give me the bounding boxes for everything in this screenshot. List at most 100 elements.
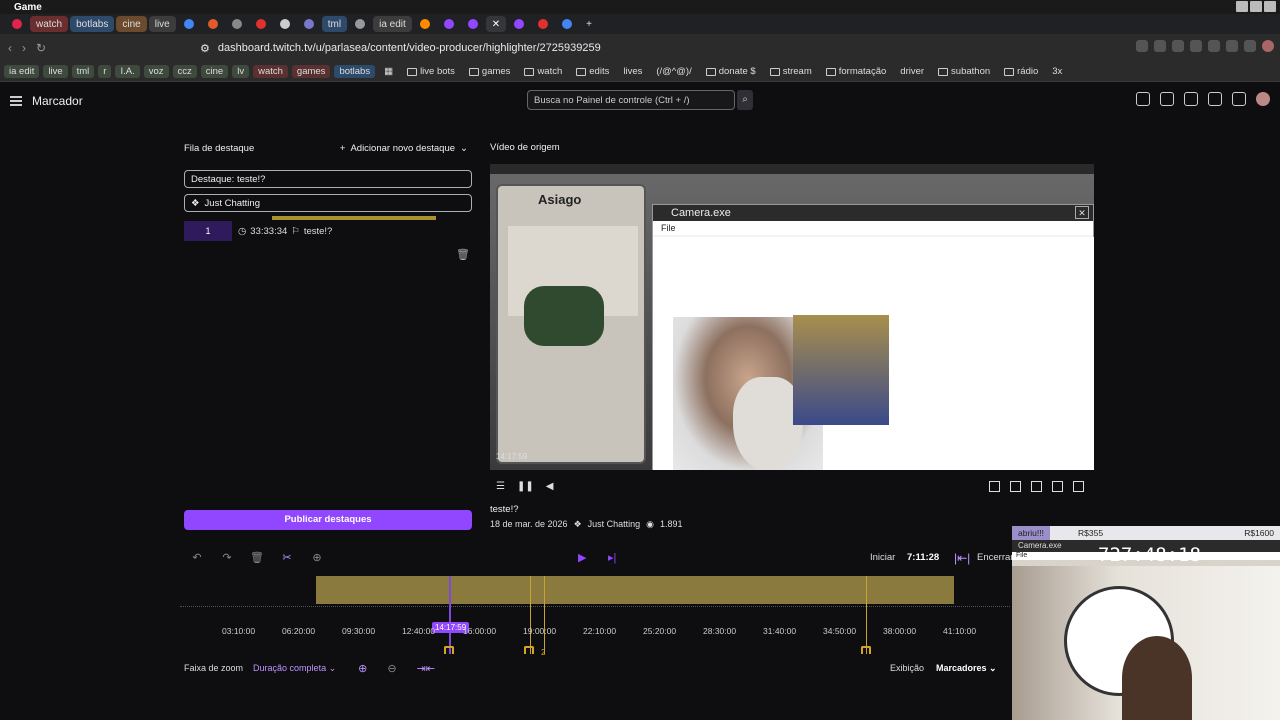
category-field[interactable]: ❖ Just Chatting	[184, 194, 472, 212]
tab-favicon[interactable]	[414, 16, 436, 32]
bookmark-folder[interactable]: edits	[571, 65, 614, 78]
tab-favicon[interactable]	[556, 16, 578, 32]
clip-icon[interactable]	[1031, 480, 1042, 492]
tab-ia-edit[interactable]: ia edit	[373, 16, 412, 32]
zoom-out-icon[interactable]: ⊖	[387, 662, 396, 675]
settings-icon[interactable]	[989, 480, 1000, 492]
bookmark[interactable]: tml	[71, 65, 95, 78]
tab-tml[interactable]: tml	[321, 16, 348, 32]
playhead[interactable]	[449, 576, 451, 654]
bookmark-folder[interactable]: games	[464, 65, 516, 78]
fit-icon[interactable]: ⇥⇤	[417, 662, 435, 675]
bookmark-folder[interactable]: rádio	[999, 65, 1043, 78]
extension-icon[interactable]	[1244, 40, 1256, 52]
chapters-icon[interactable]: ☰	[496, 481, 505, 492]
redo-icon[interactable]: ↷	[220, 551, 234, 565]
tab-favicon[interactable]	[298, 16, 320, 32]
bookmark[interactable]: ia edit	[4, 65, 40, 78]
publish-button[interactable]: Publicar destaques	[184, 510, 472, 530]
bookmark[interactable]: 3x	[1047, 65, 1067, 78]
profile-icon[interactable]	[1262, 40, 1274, 52]
crown-icon[interactable]	[1232, 92, 1246, 106]
scissors-icon[interactable]: ✂	[280, 551, 294, 565]
trash-icon[interactable]: 🗑	[456, 248, 470, 261]
tab-active[interactable]: ✕	[485, 16, 507, 32]
tab-botlabs[interactable]: botlabs	[70, 16, 115, 32]
volume-icon[interactable]: ◀	[546, 481, 554, 492]
pause-icon[interactable]: ❚❚	[517, 481, 534, 492]
tab-favicon[interactable]	[508, 16, 530, 32]
bookmark-folder[interactable]: live bots	[402, 65, 460, 78]
add-highlight-button[interactable]: + Adicionar novo destaque ⌄	[340, 143, 468, 154]
avatar[interactable]	[1256, 92, 1270, 106]
view-select[interactable]: Marcadores ⌄	[936, 663, 997, 674]
close-icon[interactable]	[1264, 1, 1276, 12]
tab-live[interactable]: live	[148, 16, 176, 32]
bookmark[interactable]: watch	[253, 65, 288, 78]
tab-favicon[interactable]	[349, 16, 371, 32]
bookmark[interactable]: cine	[200, 65, 229, 78]
notifications-icon[interactable]	[1136, 92, 1150, 106]
marker-flag[interactable]	[444, 646, 454, 654]
tab-favicon[interactable]	[226, 16, 248, 32]
extension-icon[interactable]	[1172, 40, 1184, 52]
highlight-title-field[interactable]: Destaque: teste!?	[184, 170, 472, 188]
close-tab-icon[interactable]: ✕	[492, 19, 500, 30]
inbox-icon[interactable]	[1208, 92, 1222, 106]
tab-favicon[interactable]	[274, 16, 296, 32]
bookmark-folder[interactable]: formatação	[821, 65, 892, 78]
add-marker-icon[interactable]: ⊕	[310, 551, 324, 565]
help-icon[interactable]	[1160, 92, 1174, 106]
apps-grid-icon[interactable]: ▦	[379, 65, 398, 78]
tab-icon[interactable]	[6, 16, 28, 32]
tab-favicon[interactable]	[202, 16, 224, 32]
menu-icon[interactable]	[10, 96, 22, 106]
bookmark[interactable]: voz	[143, 65, 169, 78]
site-info-icon[interactable]: ⚙	[200, 42, 210, 55]
bookmark[interactable]: ccz	[172, 65, 197, 78]
new-tab-button[interactable]: +	[580, 16, 600, 32]
play-icon[interactable]: ▶	[578, 551, 586, 564]
bookmark[interactable]: lives	[618, 65, 647, 78]
bookmark[interactable]: (/@^@)/	[651, 65, 696, 78]
skip-end-icon[interactable]: ▸|	[608, 551, 616, 564]
bookmark-folder[interactable]: subathon	[933, 65, 995, 78]
zoom-in-icon[interactable]: ⊕	[358, 662, 367, 675]
extension-icon[interactable]	[1154, 40, 1166, 52]
tab-favicon[interactable]	[532, 16, 554, 32]
bookmark[interactable]: botlabs	[334, 65, 376, 78]
extension-icon[interactable]	[1226, 40, 1238, 52]
url-field[interactable]: ⚙ dashboard.twitch.tv/u/parlasea/content/…	[200, 38, 980, 58]
tab-favicon[interactable]	[438, 16, 460, 32]
marker-flag[interactable]	[861, 646, 871, 654]
extension-icon[interactable]	[1136, 40, 1148, 52]
bookmark-folder[interactable]: watch	[519, 65, 567, 78]
bookmark[interactable]: live	[43, 65, 68, 78]
bookmark-folder[interactable]: donate $	[701, 65, 761, 78]
bookmark[interactable]: r	[98, 65, 112, 78]
video-player[interactable]: Asiago Camera.exe ✕ File 14:17:59	[490, 164, 1094, 470]
bookmark[interactable]: I.A.	[115, 65, 140, 78]
delete-icon[interactable]: 🗑	[250, 551, 264, 565]
bookmark[interactable]: driver	[895, 65, 929, 78]
timeline-selection[interactable]	[316, 576, 954, 604]
bookmark-folder[interactable]: stream	[765, 65, 817, 78]
chevron-down-icon[interactable]: ⌄	[460, 143, 468, 154]
tab-watch[interactable]: watch	[30, 16, 69, 32]
extension-icon[interactable]	[1190, 40, 1202, 52]
marker-flag[interactable]	[524, 646, 534, 654]
fullscreen-icon[interactable]	[1073, 480, 1084, 492]
bookmark[interactable]: lv	[232, 65, 250, 78]
search-button[interactable]: ⌕	[737, 90, 753, 110]
minimize-icon[interactable]	[1236, 1, 1248, 12]
timeline-track[interactable]: 14:17:59 03:10:00 06:20:00 09:30:00 12:4…	[180, 574, 1010, 657]
window-controls[interactable]	[1236, 1, 1276, 12]
tab-cine[interactable]: cine	[116, 16, 147, 32]
tab-favicon[interactable]	[462, 16, 484, 32]
extension-icon[interactable]	[1208, 40, 1220, 52]
forward-icon[interactable]: ›	[22, 41, 26, 55]
tab-favicon[interactable]	[250, 16, 272, 32]
bookmark[interactable]: games	[291, 65, 331, 78]
set-start-icon[interactable]: |⇤|	[954, 551, 970, 565]
theater-icon[interactable]	[1010, 480, 1021, 492]
